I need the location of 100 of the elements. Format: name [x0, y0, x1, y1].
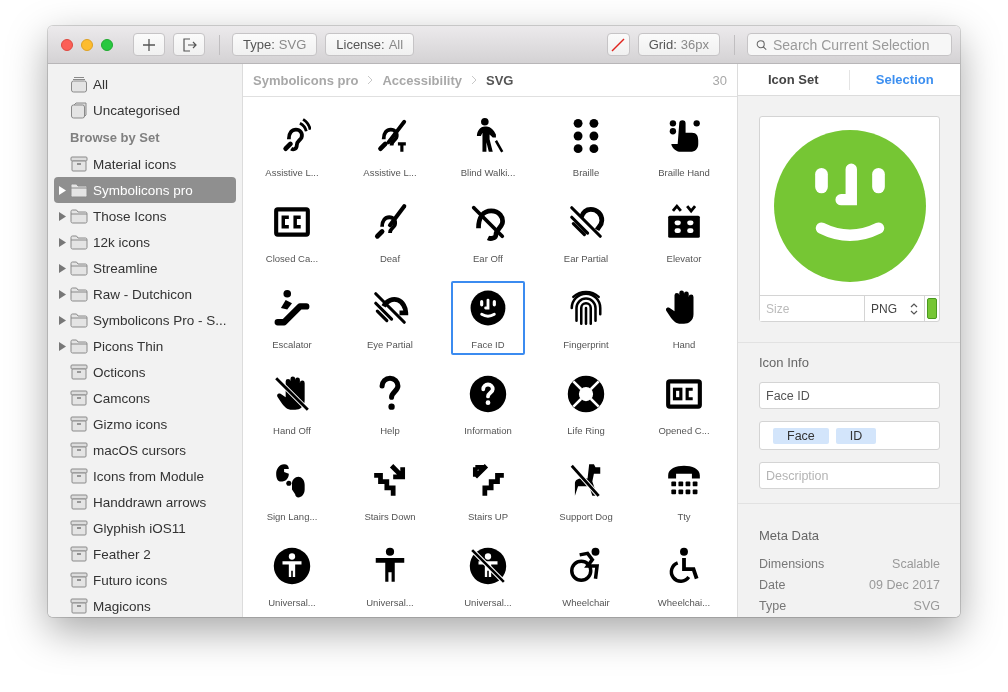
- zoom-button[interactable]: [101, 38, 113, 51]
- sidebar-item[interactable]: All: [54, 71, 236, 97]
- sidebar-item[interactable]: Feather 2: [54, 541, 236, 567]
- color-well[interactable]: [927, 298, 937, 319]
- icon-tile[interactable]: Fingerprint: [549, 281, 623, 355]
- archive-box-icon: [70, 572, 88, 588]
- icon-tile[interactable]: Ear Off: [451, 195, 525, 269]
- person-circle-slash-icon: [469, 547, 507, 585]
- triangle-right-icon[interactable]: [58, 263, 66, 273]
- grid-size-button[interactable]: Grid: 36px: [637, 33, 720, 56]
- inspector-tab[interactable]: Icon Set: [738, 64, 849, 95]
- sidebar-item[interactable]: Futuro icons: [54, 567, 236, 593]
- icon-tile[interactable]: Sign Lang...: [255, 453, 329, 527]
- icon-tile[interactable]: Assistive L...: [255, 109, 329, 183]
- icon-tile[interactable]: Hand: [647, 281, 721, 355]
- icon-tile[interactable]: Help: [353, 367, 427, 441]
- icon-label: Universal...: [464, 597, 512, 608]
- square-icon: [70, 101, 88, 119]
- color-swatch-button[interactable]: [606, 33, 630, 56]
- icon-tile[interactable]: Universal...: [255, 539, 329, 613]
- icon-tile[interactable]: Life Ring: [549, 367, 623, 441]
- search-icon: [756, 37, 767, 52]
- sidebar-item[interactable]: Those Icons: [54, 203, 236, 229]
- sidebar-item-label: Those Icons: [93, 208, 167, 224]
- tag[interactable]: ID: [835, 427, 877, 444]
- icon-tile[interactable]: Universal...: [451, 539, 525, 613]
- hand-slash-icon: [273, 375, 311, 413]
- license-filter-button[interactable]: License: All: [325, 33, 415, 56]
- icon-label: Ear Partial: [563, 253, 609, 264]
- triangle-right-icon[interactable]: [58, 289, 66, 299]
- description-field[interactable]: Description: [759, 462, 940, 489]
- icon-tile[interactable]: Closed Ca...: [255, 195, 329, 269]
- icon-tile[interactable]: Wheelchai...: [647, 539, 721, 613]
- icon-tile[interactable]: Face ID: [451, 281, 525, 355]
- section-title: Meta Data: [759, 528, 820, 543]
- triangle-right-icon[interactable]: [58, 315, 66, 325]
- sidebar-item[interactable]: Icons from Module: [54, 463, 236, 489]
- icon-tile[interactable]: Information: [451, 367, 525, 441]
- icon-tile[interactable]: Elevator: [647, 195, 721, 269]
- person-circle-icon: [273, 547, 311, 585]
- icon-tile[interactable]: Hand Off: [255, 367, 329, 441]
- sidebar-item[interactable]: Material icons: [54, 151, 236, 177]
- icon-tile[interactable]: Stairs Down: [353, 453, 427, 527]
- icon-tile[interactable]: Escalator: [255, 281, 329, 355]
- icon-tile[interactable]: Tty: [647, 453, 721, 527]
- icon-tile[interactable]: Support Dog: [549, 453, 623, 527]
- add-button[interactable]: [133, 33, 165, 56]
- size-field[interactable]: Size: [760, 296, 865, 321]
- icon-label: Blind Walki...: [460, 167, 516, 178]
- type-filter-button[interactable]: Type: SVG: [232, 33, 318, 56]
- sidebar-item-label: All: [93, 76, 108, 92]
- sidebar-item[interactable]: Glyphish iOS11: [54, 515, 236, 541]
- icon-label: Universal...: [366, 597, 414, 608]
- sidebar-item-label: Camcons: [93, 390, 151, 406]
- icon-tile[interactable]: Braille Hand: [647, 109, 721, 183]
- meta-key: Dimensions: [759, 556, 825, 571]
- sidebar-item[interactable]: Raw - Dutchicon: [54, 281, 236, 307]
- sidebar-item-label: 12k icons: [93, 234, 151, 250]
- sidebar-item[interactable]: Handdrawn arrows: [54, 489, 236, 515]
- sidebar-item[interactable]: 12k icons: [54, 229, 236, 255]
- icon-tile[interactable]: Stairs UP: [451, 453, 525, 527]
- sidebar-item[interactable]: Streamline: [54, 255, 236, 281]
- folder-icon: [70, 338, 88, 354]
- icon-tile[interactable]: Ear Partial: [549, 195, 623, 269]
- archive-box-icon: [70, 364, 88, 380]
- triangle-right-icon[interactable]: [58, 237, 66, 247]
- stack-icon: [70, 75, 88, 93]
- triangle-right-icon[interactable]: [58, 211, 66, 221]
- updown-arrows-icon: [910, 301, 918, 316]
- search-field[interactable]: Search Current Selection: [747, 33, 952, 56]
- triangle-right-icon[interactable]: [58, 341, 66, 351]
- icon-tile[interactable]: Deaf: [353, 195, 427, 269]
- sidebar-item[interactable]: Symbolicons Pro - S...: [54, 307, 236, 333]
- icon-tile[interactable]: Eye Partial: [353, 281, 427, 355]
- sidebar-item[interactable]: Gizmo icons: [54, 411, 236, 437]
- sidebar-item[interactable]: Octicons: [54, 359, 236, 385]
- sidebar-item[interactable]: Picons Thin: [54, 333, 236, 359]
- name-field[interactable]: Face ID: [759, 382, 940, 409]
- tag[interactable]: Face: [773, 427, 829, 444]
- export-button[interactable]: [173, 33, 205, 56]
- tags-field[interactable]: Face ID: [759, 421, 940, 450]
- sidebar-item[interactable]: Uncategorised: [54, 97, 236, 123]
- icon-tile[interactable]: Blind Walki...: [451, 109, 525, 183]
- sidebar-item[interactable]: Magicons: [54, 593, 236, 617]
- icon-tile[interactable]: Braille: [549, 109, 623, 183]
- icon-tile[interactable]: Opened C...: [647, 367, 721, 441]
- meta-value: SVG: [913, 598, 940, 613]
- icon-tile[interactable]: Universal...: [353, 539, 427, 613]
- sidebar-item-label: Picons Thin: [93, 338, 164, 354]
- sidebar-item[interactable]: macOS cursors: [54, 437, 236, 463]
- close-button[interactable]: [61, 38, 73, 51]
- icon-tile[interactable]: Assistive L...: [353, 109, 427, 183]
- meta-value: 09 Dec 2017: [869, 577, 940, 592]
- triangle-right-icon[interactable]: [58, 185, 66, 195]
- sidebar-item[interactable]: Camcons: [54, 385, 236, 411]
- icon-label: Face ID: [471, 339, 505, 350]
- folder-icon: [70, 286, 88, 302]
- icon-tile[interactable]: Wheelchair: [549, 539, 623, 613]
- sidebar-item-label: Magicons: [93, 598, 151, 614]
- breadcrumb-item[interactable]: SVG: [485, 72, 514, 88]
